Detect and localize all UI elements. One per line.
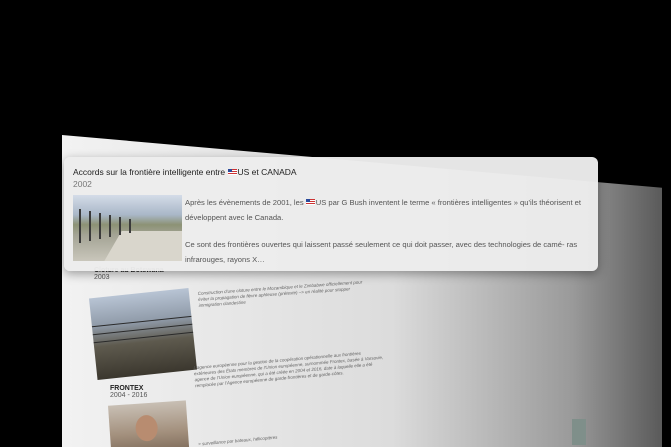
card-title: Accords sur la frontière intelligente en… bbox=[73, 167, 297, 177]
card-p1-prefix: Après les évènements de 2001, les bbox=[185, 198, 304, 207]
border-fence-photo bbox=[73, 195, 182, 261]
us-flag-icon bbox=[305, 199, 315, 205]
bg-entry-note: > surveillance par bateaux, hélicoptères bbox=[198, 434, 278, 447]
fence-photo bbox=[88, 287, 198, 381]
bg-entry-text: L'agence européenne pour la gestion de l… bbox=[193, 350, 384, 389]
card-year: 2002 bbox=[73, 179, 92, 189]
small-thumbnail bbox=[572, 419, 586, 445]
card-title-prefix: Accords sur la frontière intelligente en… bbox=[73, 167, 226, 177]
card-paragraph-1: Après les évènements de 2001, les US par… bbox=[185, 195, 590, 225]
card-title-suffix: US et CANADA bbox=[237, 167, 297, 177]
bg-entry-text: Construction d'une cloture entre le Moza… bbox=[197, 279, 363, 308]
bg-entry-year: 2003 bbox=[94, 274, 110, 281]
bg-entry-frontex: FRONTEX 2004 - 2016 bbox=[110, 385, 147, 399]
us-flag-icon bbox=[227, 169, 237, 175]
portrait-photo bbox=[108, 400, 190, 447]
timeline-card[interactable]: Accords sur la frontière intelligente en… bbox=[64, 157, 598, 271]
bg-entry-year: 2004 - 2016 bbox=[110, 392, 148, 399]
bg-entry-title: FRONTEX bbox=[110, 385, 144, 392]
card-paragraph-2: Ce sont des frontières ouvertes qui lais… bbox=[185, 240, 578, 264]
